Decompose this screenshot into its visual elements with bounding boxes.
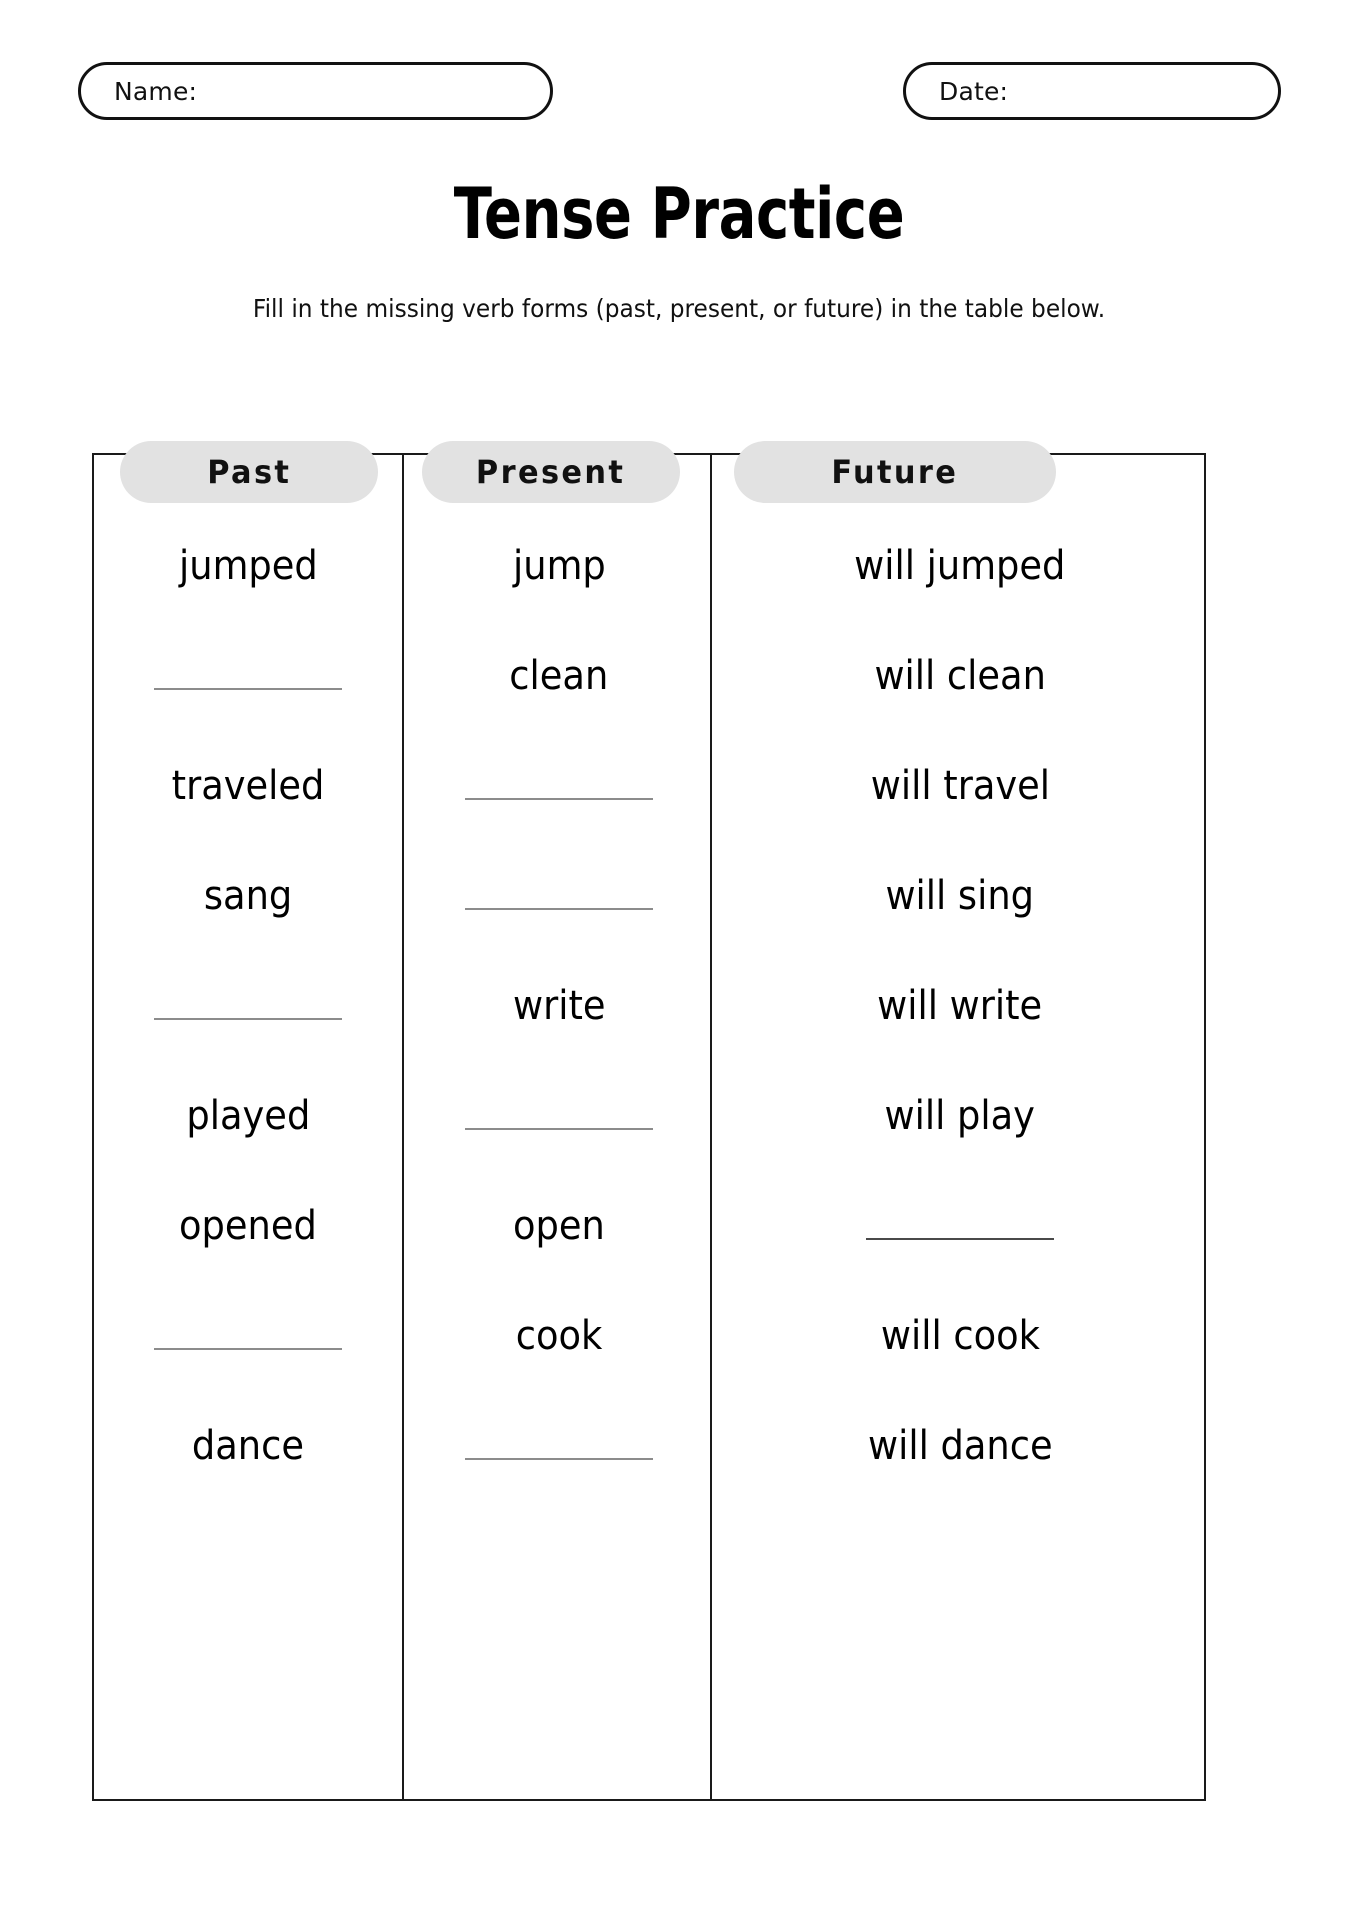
verb-text: will sing (885, 873, 1035, 919)
table-column-future: will jumped will clean will travel will sin… (714, 453, 1206, 1801)
verb-text: open (513, 1203, 605, 1249)
table-cell (404, 841, 714, 951)
answer-blank[interactable] (465, 1128, 653, 1130)
table-cell (714, 1171, 1206, 1281)
table-cell: jump (404, 511, 714, 621)
verb-text: will travel (870, 763, 1050, 809)
verb-text: write (512, 983, 606, 1029)
name-label: Name: (114, 76, 198, 106)
instructions-text: Fill in the missing verb forms (past, pr… (252, 294, 1106, 323)
table-cell: will travel (714, 731, 1206, 841)
verb-text: will jumped (854, 543, 1066, 589)
table-cell: open (404, 1171, 714, 1281)
table-cell: will write (714, 951, 1206, 1061)
table-cell: played (92, 1061, 404, 1171)
verb-text: jumped (178, 543, 318, 589)
table-cell: will sing (714, 841, 1206, 951)
column-header-future: Future (734, 441, 1056, 503)
table-column-past: jumped traveled sang played opened dance (92, 453, 404, 1801)
table-cell (404, 1061, 714, 1171)
answer-blank[interactable] (465, 908, 653, 910)
table-cell: cook (404, 1281, 714, 1391)
table-cell: will jumped (714, 511, 1206, 621)
verb-text: dance (191, 1423, 305, 1469)
verb-text: clean (509, 653, 609, 699)
verb-text: jump (512, 543, 606, 589)
table-cell: dance (92, 1391, 404, 1501)
table-cell (92, 621, 404, 731)
answer-blank[interactable] (154, 1348, 342, 1350)
verb-text: will cook (880, 1313, 1040, 1359)
column-header-past: Past (120, 441, 378, 503)
table-cell: clean (404, 621, 714, 731)
table-cell: will dance (714, 1391, 1206, 1501)
answer-blank[interactable] (866, 1238, 1054, 1240)
answer-blank[interactable] (465, 1458, 653, 1460)
verb-text: sang (203, 873, 293, 919)
name-field[interactable]: Name: (78, 62, 553, 120)
table-column-present: jump clean write open cook (404, 453, 714, 1801)
answer-blank[interactable] (465, 798, 653, 800)
verb-text: will write (877, 983, 1043, 1029)
verb-text: opened (179, 1203, 317, 1249)
verb-tense-table: jumped traveled sang played opened dance jump c… (92, 453, 1206, 1801)
table-cell: write (404, 951, 714, 1061)
verb-text: traveled (171, 763, 325, 809)
table-columns: jumped traveled sang played opened dance jump c… (92, 453, 1206, 1801)
table-cell (404, 1391, 714, 1501)
table-cell: jumped (92, 511, 404, 621)
verb-text: will play (884, 1093, 1036, 1139)
table-cell: sang (92, 841, 404, 951)
student-info-header: Name: Date: (0, 0, 1358, 150)
verb-text: played (186, 1093, 310, 1139)
verb-text: cook (515, 1313, 603, 1359)
table-cell: will cook (714, 1281, 1206, 1391)
table-cell: will clean (714, 621, 1206, 731)
date-label: Date: (939, 76, 1009, 106)
table-cell: traveled (92, 731, 404, 841)
table-header-row: Past Present Future (92, 441, 1206, 503)
page-title: Tense Practice (453, 173, 905, 255)
column-header-present: Present (422, 441, 680, 503)
verb-text: will dance (867, 1423, 1053, 1469)
table-cell: opened (92, 1171, 404, 1281)
date-field[interactable]: Date: (903, 62, 1281, 120)
table-cell (92, 1281, 404, 1391)
column-header-past-label: Past (206, 453, 292, 491)
table-cell: will play (714, 1061, 1206, 1171)
column-header-future-label: Future (831, 453, 959, 491)
table-cell (404, 731, 714, 841)
column-header-present-label: Present (476, 453, 626, 491)
title-block: Tense Practice Fill in the missing verb … (0, 175, 1358, 325)
verb-text: will clean (874, 653, 1046, 699)
answer-blank[interactable] (154, 1018, 342, 1020)
answer-blank[interactable] (154, 688, 342, 690)
table-cell (92, 951, 404, 1061)
